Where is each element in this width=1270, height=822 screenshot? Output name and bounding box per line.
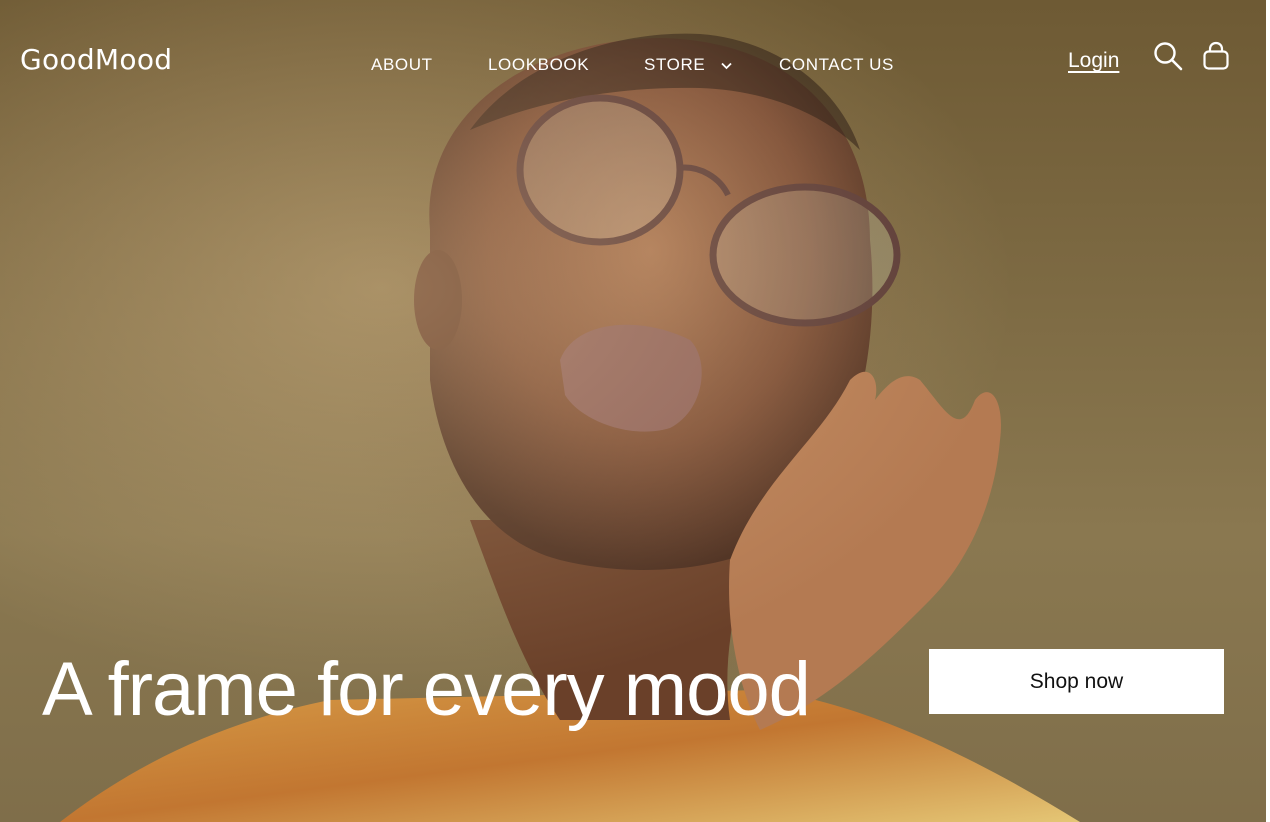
- nav-contact-us[interactable]: CONTACT US: [779, 52, 894, 78]
- shop-now-button[interactable]: Shop now: [929, 649, 1224, 714]
- page-edge: [1266, 0, 1268, 822]
- search-button[interactable]: [1153, 41, 1183, 71]
- login-link[interactable]: Login: [1068, 47, 1119, 75]
- nav-about[interactable]: ABOUT: [371, 52, 433, 78]
- search-icon: [1154, 42, 1183, 71]
- hero-headline: A frame for every mood: [42, 647, 811, 732]
- nav-lookbook[interactable]: LOOKBOOK: [488, 52, 589, 78]
- chevron-down-icon: [720, 62, 732, 69]
- cart-button[interactable]: [1202, 41, 1230, 71]
- hero-section: GoodMood ABOUT LOOKBOOK STORE CONTACT US…: [0, 0, 1268, 822]
- nav-store[interactable]: STORE: [644, 52, 732, 78]
- nav-store-label: STORE: [644, 55, 706, 74]
- shopping-bag-icon: [1203, 41, 1229, 70]
